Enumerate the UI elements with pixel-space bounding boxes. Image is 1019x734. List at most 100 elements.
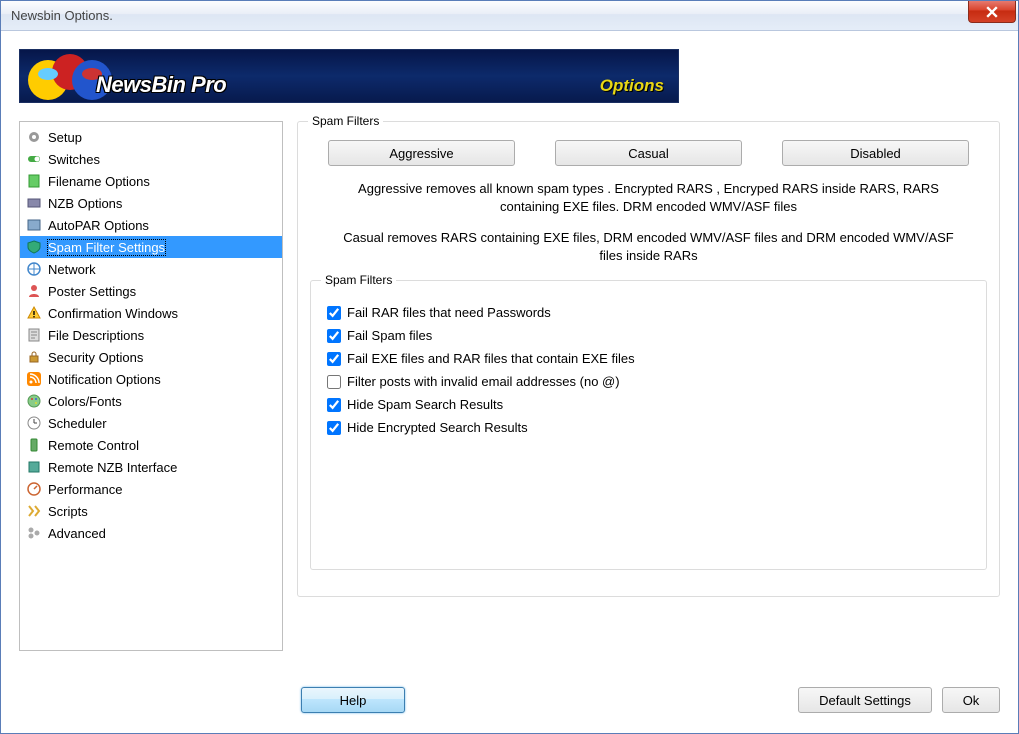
sidebar-item-label: AutoPAR Options [48,218,149,233]
sidebar-item-label: Scripts [48,504,88,519]
preset-row: Aggressive Casual Disabled [310,140,987,166]
clock-icon [26,415,42,431]
sidebar-item-label: File Descriptions [48,328,144,343]
check-row: Hide Spam Search Results [325,393,974,416]
script-icon [26,503,42,519]
sidebar-item-label: Poster Settings [48,284,136,299]
sidebar-item-label: Advanced [48,526,106,541]
filename-icon [26,173,42,189]
advanced-icon [26,525,42,541]
sidebar-item-security-options[interactable]: Security Options [20,346,282,368]
sidebar-item-label: Switches [48,152,100,167]
sidebar-item-nzb-options[interactable]: NZB Options [20,192,282,214]
sidebar-item-advanced[interactable]: Advanced [20,522,282,544]
sidebar-item-label: Remote Control [48,438,139,453]
switch-icon [26,151,42,167]
sidebar-item-label: Performance [48,482,122,497]
banner-brand: NewsBin Pro [96,72,226,98]
sidebar: Setup Switches Filename Options NZB Options… [19,121,283,651]
titlebar: Newsbin Options. [1,1,1018,31]
check-label: Fail Spam files [347,328,432,343]
close-button[interactable] [968,1,1016,23]
lock-icon [26,349,42,365]
ok-button[interactable]: Ok [942,687,1000,713]
remote-icon [26,437,42,453]
check-row: Hide Encrypted Search Results [325,416,974,439]
file-icon [26,327,42,343]
sidebar-item-poster-settings[interactable]: Poster Settings [20,280,282,302]
check-row: Fail EXE files and RAR files that contai… [325,347,974,370]
checkbox[interactable] [327,375,341,389]
check-row: Fail Spam files [325,324,974,347]
sidebar-item-scheduler[interactable]: Scheduler [20,412,282,434]
sidebar-item-switches[interactable]: Switches [20,148,282,170]
close-icon [986,6,998,18]
sidebar-item-file-descriptions[interactable]: File Descriptions [20,324,282,346]
check-label: Fail EXE files and RAR files that contai… [347,351,635,366]
remote-nzb-icon [26,459,42,475]
main-panel: Spam Filters Aggressive Casual Disabled … [297,121,1000,715]
checkbox[interactable] [327,352,341,366]
check-label: Hide Spam Search Results [347,397,503,412]
palette-icon [26,393,42,409]
check-row: Filter posts with invalid email addresse… [325,370,974,393]
casual-button[interactable]: Casual [555,140,742,166]
checkbox[interactable] [327,398,341,412]
checks-group-title: Spam Filters [321,273,396,287]
sidebar-item-setup[interactable]: Setup [20,126,282,148]
sidebar-item-autopar-options[interactable]: AutoPAR Options [20,214,282,236]
sidebar-item-label: Security Options [48,350,143,365]
sidebar-item-filename-options[interactable]: Filename Options [20,170,282,192]
sidebar-item-label: Remote NZB Interface [48,460,177,475]
gear-icon [26,129,42,145]
sidebar-item-label: Spam Filter Settings [48,240,165,255]
sidebar-item-notification-options[interactable]: Notification Options [20,368,282,390]
poster-icon [26,283,42,299]
default-settings-button[interactable]: Default Settings [798,687,932,713]
shield-icon [26,239,42,255]
sidebar-item-label: NZB Options [48,196,122,211]
sidebar-item-colors-fonts[interactable]: Colors/Fonts [20,390,282,412]
nzb-icon [26,195,42,211]
sidebar-item-network[interactable]: Network [20,258,282,280]
sidebar-item-remote-nzb-interface[interactable]: Remote NZB Interface [20,456,282,478]
sidebar-item-label: Colors/Fonts [48,394,122,409]
sidebar-item-label: Setup [48,130,82,145]
sidebar-item-label: Network [48,262,96,277]
check-row: Fail RAR files that need Passwords [325,301,974,324]
aggressive-description: Aggressive removes all known spam types … [330,180,967,215]
rss-icon [26,371,42,387]
aggressive-button[interactable]: Aggressive [328,140,515,166]
banner: NewsBin Pro Options [19,49,679,103]
check-label: Fail RAR files that need Passwords [347,305,551,320]
checklist: Fail RAR files that need Passwords Fail S… [323,299,974,441]
banner-options-label: Options [600,76,664,96]
checkbox[interactable] [327,329,341,343]
sidebar-item-spam-filter-settings[interactable]: Spam Filter Settings [20,236,282,258]
spam-filters-group: Spam Filters Aggressive Casual Disabled … [297,121,1000,597]
group-title: Spam Filters [308,114,383,128]
performance-icon [26,481,42,497]
sidebar-item-label: Filename Options [48,174,150,189]
casual-description: Casual removes RARS containing EXE files… [330,229,967,264]
sidebar-item-confirmation-windows[interactable]: Confirmation Windows [20,302,282,324]
window-title: Newsbin Options. [11,8,113,23]
help-button[interactable]: Help [301,687,405,713]
check-label: Filter posts with invalid email addresse… [347,374,620,389]
sidebar-item-label: Confirmation Windows [48,306,178,321]
sidebar-item-remote-control[interactable]: Remote Control [20,434,282,456]
bottom-bar: Help Default Settings Ok [301,685,1000,715]
sidebar-item-label: Notification Options [48,372,161,387]
checkbox[interactable] [327,306,341,320]
sidebar-item-performance[interactable]: Performance [20,478,282,500]
disabled-button[interactable]: Disabled [782,140,969,166]
options-window: Newsbin Options. NewsBin Pro Options Set… [0,0,1019,734]
content-area: Setup Switches Filename Options NZB Options… [19,121,1000,715]
checkbox[interactable] [327,421,341,435]
autopar-icon [26,217,42,233]
warning-icon [26,305,42,321]
check-label: Hide Encrypted Search Results [347,420,528,435]
sidebar-item-label: Scheduler [48,416,107,431]
sidebar-item-scripts[interactable]: Scripts [20,500,282,522]
spam-filter-checks-group: Spam Filters Fail RAR files that need Pa… [310,280,987,570]
